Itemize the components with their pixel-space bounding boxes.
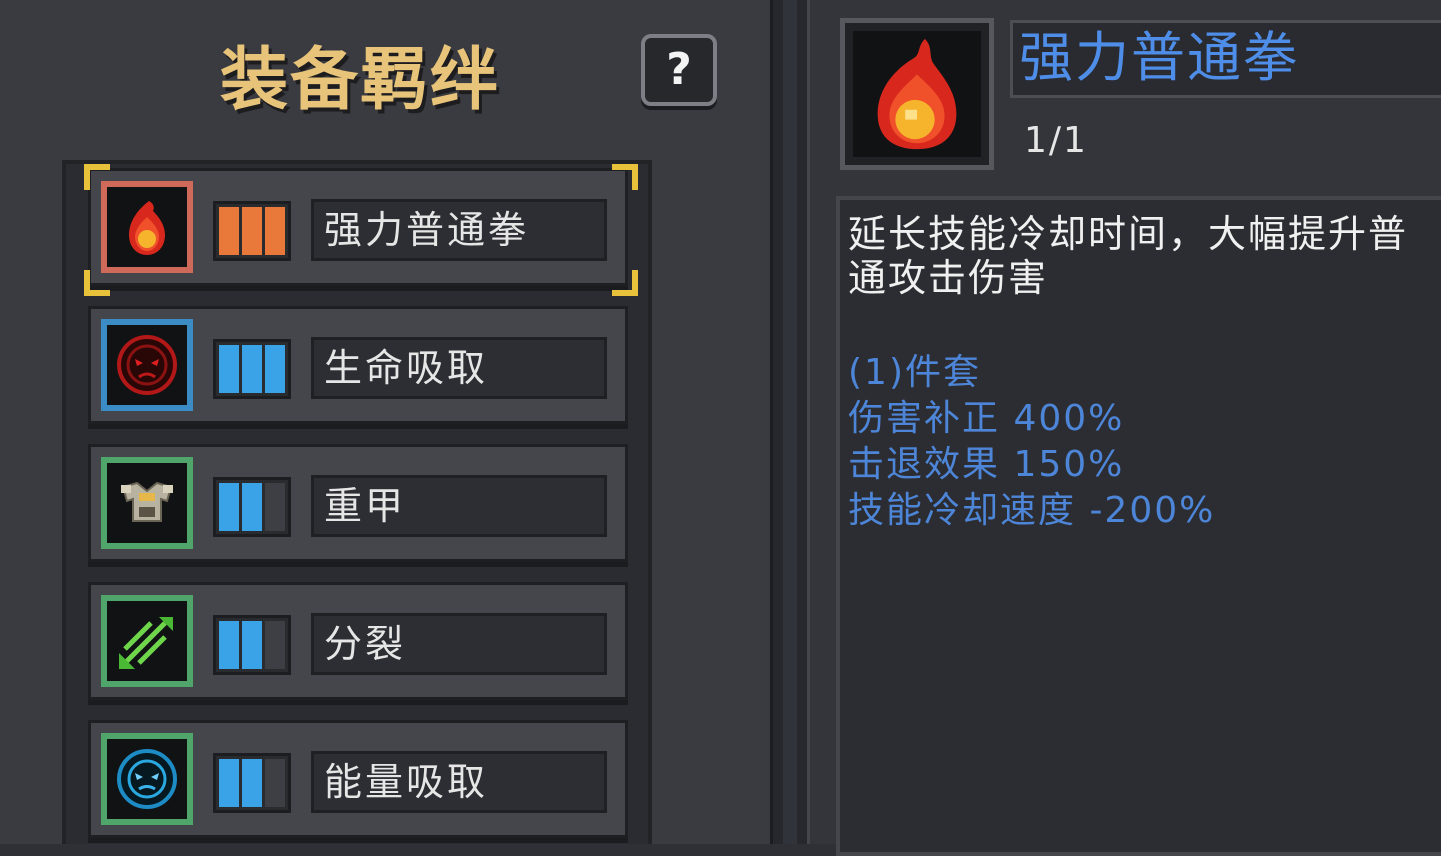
set-bonus-line: 技能冷却速度 -200% bbox=[848, 490, 1216, 531]
bond-level-bars bbox=[213, 615, 291, 675]
selection-corner bbox=[612, 164, 638, 190]
bond-level-bars bbox=[213, 339, 291, 399]
flame-icon bbox=[129, 201, 165, 255]
bond-icon-frame bbox=[101, 457, 193, 549]
bond-name: 强力普通拳 bbox=[311, 199, 607, 261]
set-bonus-line: 伤害补正 400% bbox=[848, 398, 1125, 439]
help-button[interactable]: ? bbox=[641, 34, 717, 106]
selection-corner bbox=[84, 270, 110, 296]
bond-level-bars bbox=[213, 477, 291, 537]
red-skull-icon bbox=[117, 335, 177, 395]
detail-bond-count: 1/1 bbox=[1024, 120, 1088, 161]
bond-name: 生命吸取 bbox=[311, 337, 607, 399]
panel-divider bbox=[770, 0, 810, 844]
bond-name: 能量吸取 bbox=[311, 751, 607, 813]
bond-level-bars bbox=[213, 753, 291, 813]
panel-title: 装备羁绊 bbox=[219, 41, 500, 120]
bond-row-heavy-armor[interactable]: 重甲 bbox=[88, 444, 628, 562]
flame-icon bbox=[877, 38, 957, 150]
bond-row-energy-steal[interactable]: 能量吸取 bbox=[88, 720, 628, 838]
bond-row-strong-punch[interactable]: 强力普通拳 bbox=[88, 168, 628, 286]
selection-corner bbox=[612, 270, 638, 296]
set-bonus-title: (1)件套 bbox=[848, 352, 981, 393]
set-bonus-line: 击退效果 150% bbox=[848, 444, 1125, 485]
detail-icon-frame bbox=[840, 18, 994, 170]
bond-row-split[interactable]: 分裂 bbox=[88, 582, 628, 700]
split-arrows-icon bbox=[119, 617, 173, 669]
question-icon: ? bbox=[666, 44, 692, 95]
detail-bond-name: 强力普通拳 bbox=[1010, 20, 1441, 98]
bond-level-bars bbox=[213, 201, 291, 261]
bond-name: 分裂 bbox=[311, 613, 607, 675]
bond-icon-frame bbox=[101, 595, 193, 687]
bond-row-life-steal[interactable]: 生命吸取 bbox=[88, 306, 628, 424]
bond-icon-frame bbox=[101, 181, 193, 273]
energy-orb-icon bbox=[117, 749, 177, 809]
bond-name: 重甲 bbox=[311, 475, 607, 537]
bond-icon-frame bbox=[101, 733, 193, 825]
detail-description: 延长技能冷却时间，大幅提升普通攻击伤害 bbox=[848, 212, 1409, 300]
set-bonus-list: (1)件套 伤害补正 400% 击退效果 150% 技能冷却速度 -200% bbox=[848, 350, 1215, 534]
selection-corner bbox=[84, 164, 110, 190]
bond-icon-frame bbox=[101, 319, 193, 411]
armor-icon bbox=[121, 481, 173, 522]
